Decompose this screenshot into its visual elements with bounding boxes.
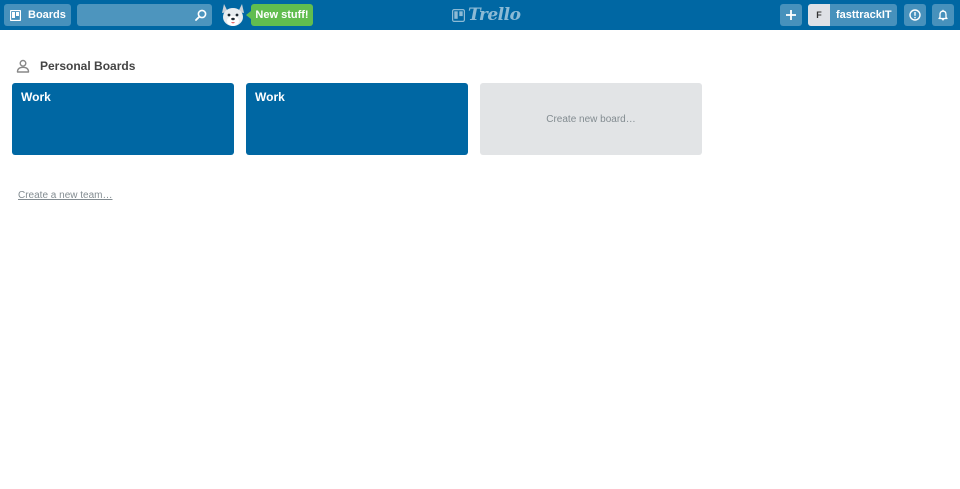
boards-button-label: Boards (28, 9, 66, 21)
create-board-button[interactable]: Create new board… (480, 83, 702, 155)
create-team-link[interactable]: Create a new team… (18, 190, 113, 201)
member-name: fasttrackIT (836, 9, 892, 21)
trello-logo-text: Trello (468, 5, 521, 25)
boards-button[interactable]: Boards (4, 4, 71, 26)
trello-logo[interactable]: Trello (452, 5, 521, 25)
board-tile-work[interactable]: Work (12, 83, 234, 155)
bell-icon (938, 9, 948, 21)
board-title: Work (21, 90, 51, 104)
trello-logo-icon (452, 8, 465, 22)
search-icon[interactable] (195, 9, 207, 21)
add-button[interactable] (780, 4, 802, 26)
info-button[interactable] (904, 4, 926, 26)
info-icon (909, 9, 921, 21)
boards-icon (10, 9, 21, 21)
avatar: F (808, 4, 830, 26)
new-stuff-label: New stuff! (255, 9, 309, 21)
create-board-label: Create new board… (546, 113, 636, 125)
plus-icon (786, 10, 796, 20)
taco-mascot-icon[interactable] (218, 1, 248, 29)
new-stuff-button[interactable]: New stuff! (246, 4, 313, 26)
person-icon (16, 59, 30, 73)
header-bar: Boards New stuff! Trello F fasttrackIT (0, 0, 960, 30)
search-box (77, 4, 212, 26)
notifications-button[interactable] (932, 4, 954, 26)
member-menu-button[interactable]: F fasttrackIT (808, 4, 897, 26)
search-input[interactable] (77, 4, 212, 26)
board-tile-work-2[interactable]: Work (246, 83, 468, 155)
section-title: Personal Boards (40, 59, 136, 73)
personal-boards-header: Personal Boards (16, 57, 135, 75)
board-title: Work (255, 90, 285, 104)
